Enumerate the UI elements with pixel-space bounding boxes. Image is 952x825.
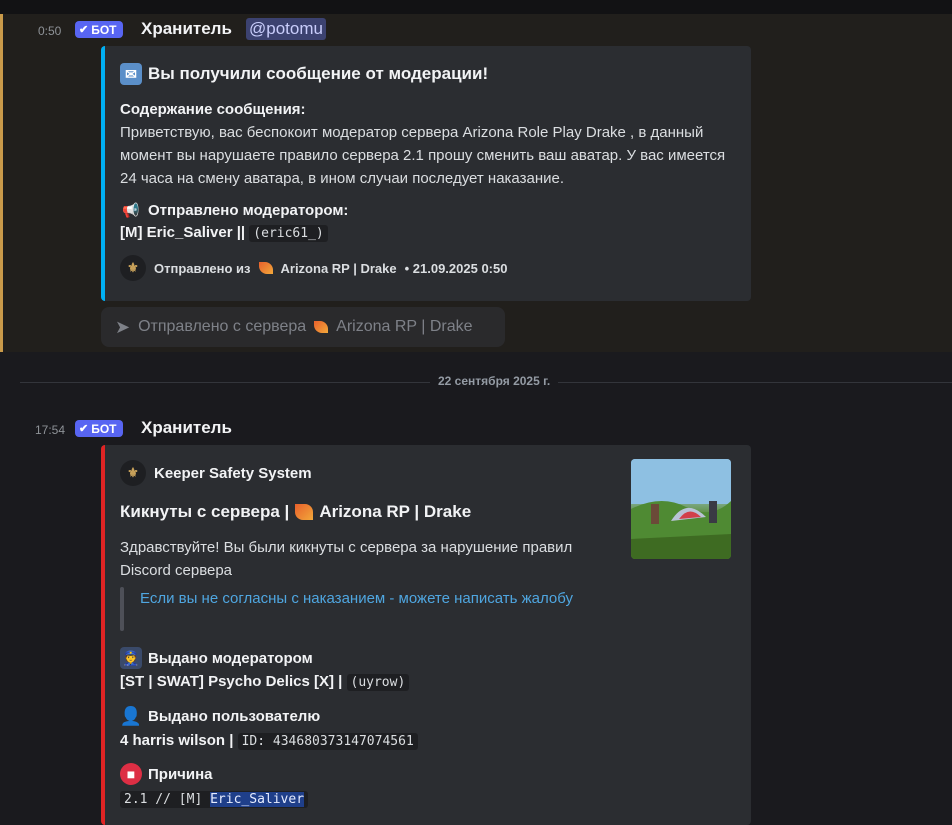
moderator-field-value: [M] Eric_Saliver || (eric61_) (120, 224, 328, 242)
user-field-value: 4 harris wilson | ID: 434680373147074561 (120, 732, 418, 750)
embed-title-text: Вы получили сообщение от модерации! (148, 64, 489, 83)
top-strip (0, 0, 952, 14)
author-name[interactable]: Хранитель (141, 19, 232, 39)
sent-by-field-title: 📢 Отправлено модератором: (120, 199, 348, 221)
sent-by-label: Отправлено модератором: (148, 201, 349, 219)
quote-bar (120, 587, 124, 631)
footer-prefix: Отправлено из (154, 260, 251, 276)
user-value: 4 harris wilson | (120, 732, 234, 749)
content-label: Содержание сообщения: (120, 101, 306, 118)
message-timestamp[interactable]: 17:54 (35, 423, 65, 437)
moderator-value: [ST | SWAT] Psycho Delics [X] | (120, 673, 343, 690)
moderator-field-label: Выдано модератором (148, 649, 313, 667)
embed-accent-bar (101, 46, 105, 301)
server-leaf-icon (258, 262, 273, 274)
user-id: ID: 434680373147074561 (237, 733, 418, 750)
embed-description: Здравствуйте! Вы были кикнуты с сервера … (120, 539, 573, 579)
user-silhouette-icon: 👤 (119, 705, 143, 726)
footer-timestamp: • 21.09.2025 0:50 (404, 260, 508, 276)
message-timestamp[interactable]: 0:50 (38, 24, 61, 38)
user-field-title: 👤 Выдано пользователю (120, 705, 320, 727)
embed-title: ✉ Вы получили сообщение от модерации! (120, 63, 488, 85)
keeper-logo-icon: ⚜ (120, 460, 146, 486)
checkmark-icon: ✔ (79, 423, 89, 435)
embed-title-server: Arizona RP | Drake (319, 502, 472, 521)
bot-badge: ✔ БОТ (75, 21, 123, 38)
thumbnail-image (631, 459, 731, 559)
police-officer-icon: 👮 (120, 647, 142, 669)
reason-field-value: 2.1 // [M] Eric_Saliver (120, 790, 309, 808)
reason-code: 2.1 // [M] Eric_Saliver (120, 791, 309, 808)
forwarded-label: Отправлено с сервера (138, 318, 307, 335)
mention-highlight-bar (0, 14, 3, 352)
embed-thumbnail[interactable] (631, 459, 731, 559)
user-mention[interactable]: @potomu (246, 18, 326, 40)
moderator-field-title: 👮 Выдано модератором (120, 647, 313, 669)
checkmark-icon: ✔ (79, 24, 89, 36)
stop-sign-icon: ■ (120, 763, 142, 785)
forwarded-from-server-pill[interactable]: ➤ Отправлено с сервера Arizona RP | Drak… (101, 307, 505, 347)
send-arrow-icon: ➤ (115, 316, 131, 337)
footer-server: Arizona RP | Drake (280, 260, 397, 276)
embed-footer: ⚜ Отправлено из Arizona RP | Drake • 21.… (120, 255, 507, 281)
embed-accent-bar (101, 445, 105, 825)
user-field-label: Выдано пользователю (148, 707, 321, 725)
embed-author: ⚜ Keeper Safety System (120, 460, 312, 486)
server-leaf-icon (314, 321, 329, 333)
forwarded-server: Arizona RP | Drake (336, 318, 473, 335)
reason-code-text: 2.1 // [M] (124, 792, 203, 807)
bot-badge-label: БОТ (91, 421, 117, 436)
embed-title: Кикнуты с сервера | Arizona RP | Drake (120, 502, 471, 522)
moderator-field-value: [ST | SWAT] Psycho Delics [X] | (uyrow) (120, 673, 410, 691)
bot-badge-label: БОТ (91, 22, 117, 37)
moderator-tag: (eric61_) (249, 225, 328, 242)
embed-title-prefix: Кикнуты с сервера | (120, 502, 290, 521)
appeal-quote-text[interactable]: Если вы не согласны с наказанием - может… (140, 587, 580, 610)
server-leaf-icon (295, 504, 314, 520)
moderator-tag: (uyrow) (346, 674, 410, 691)
envelope-icon: ✉ (120, 63, 142, 85)
megaphone-icon: 📢 (122, 201, 140, 218)
reason-field-title: ■ Причина (120, 763, 213, 785)
embed-author-name: Keeper Safety System (154, 464, 312, 482)
reason-field-label: Причина (148, 765, 213, 783)
bot-badge: ✔ БОТ (75, 420, 123, 437)
footer-logo-icon: ⚜ (120, 255, 146, 281)
moderator-name: [M] Eric_Saliver || (120, 224, 246, 241)
date-divider-label: 22 сентября 2025 г. (430, 374, 559, 388)
author-name[interactable]: Хранитель (141, 418, 232, 438)
reason-selected-text[interactable]: Eric_Saliver (210, 792, 305, 807)
content-text: Приветствую, вас беспокоит модератор сер… (120, 124, 726, 187)
